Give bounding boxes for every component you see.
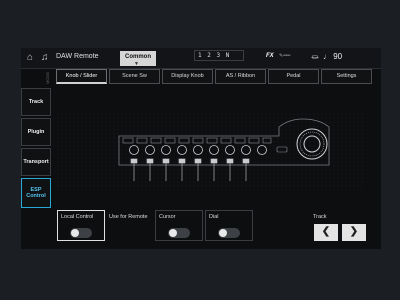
tempo-display: 1 2 3 N (194, 50, 244, 61)
tab-settings[interactable]: Settings (321, 69, 372, 84)
track-next-button[interactable]: ❯ (342, 224, 366, 241)
fx-signature: ✎══ (279, 53, 291, 59)
home-icon[interactable]: ⌂ (27, 53, 33, 63)
device-frame: ⌂ ♫ DAW Remote Common ▼ 1 2 3 N FX ✎══ ⏛… (0, 0, 400, 300)
nav-track[interactable]: Track (21, 88, 51, 116)
header-bar: ⌂ ♫ DAW Remote Common ▼ 1 2 3 N FX ✎══ ⏛… (21, 48, 381, 69)
chevron-left-icon: ❮ (321, 226, 331, 237)
tab-as-ribbon[interactable]: AS / Ribbon (215, 69, 266, 84)
toggle-knob (219, 229, 227, 237)
slider-2 (146, 158, 154, 164)
fx-badge: FX (266, 53, 274, 59)
tab-scene-sw[interactable]: Scene Sw (109, 69, 160, 84)
nav-esp-control[interactable]: ESP Control (21, 178, 51, 208)
panel-grid (57, 113, 365, 190)
toggle-knob (169, 229, 177, 237)
local-control-box[interactable]: Local Control (57, 210, 105, 241)
mode-label: MODE (45, 72, 50, 84)
slider-8 (242, 158, 250, 164)
slider-7 (226, 158, 234, 164)
volume-value: 90 (333, 52, 343, 61)
tab-knob-slider[interactable]: Knob / Slider (56, 69, 107, 84)
common-dropdown[interactable]: Common ▼ (120, 51, 156, 67)
music-note-icon[interactable]: ♫ (41, 53, 49, 63)
slider-5 (194, 158, 202, 164)
volume-icon: ♩ (323, 52, 331, 61)
slider-1 (130, 158, 138, 164)
chevron-right-icon: ❯ (349, 226, 359, 237)
dial-box[interactable]: Dial (205, 210, 253, 241)
track-prev-button[interactable]: ❮ (314, 224, 338, 241)
slider-3 (162, 158, 170, 164)
local-control-toggle[interactable] (70, 228, 92, 238)
slider-6 (210, 158, 218, 164)
toggle-knob (71, 229, 79, 237)
local-control-label: Local Control (61, 214, 94, 220)
dial-label: Dial (209, 214, 219, 220)
screen: ⌂ ♫ DAW Remote Common ▼ 1 2 3 N FX ✎══ ⏛… (21, 48, 381, 249)
page-title: DAW Remote (56, 53, 99, 60)
common-label: Common (125, 54, 151, 60)
cursor-toggle[interactable] (168, 228, 190, 238)
track-label: Track (313, 214, 327, 220)
panel-illustration (57, 113, 365, 190)
tab-pedal[interactable]: Pedal (268, 69, 319, 84)
nav-transport[interactable]: Transport (21, 148, 51, 176)
cursor-box[interactable]: Cursor (155, 210, 203, 241)
nav-plugin[interactable]: Plugin (21, 118, 51, 146)
tab-display-knob[interactable]: Display Knob (162, 69, 213, 84)
use-for-remote-label: Use for Remote (109, 214, 148, 220)
chevron-down-icon: ▼ (134, 61, 139, 67)
cursor-label: Cursor (159, 214, 176, 220)
volume-indicator[interactable]: ♩ 90 (323, 52, 342, 61)
dial-toggle[interactable] (218, 228, 240, 238)
slider-4 (178, 158, 186, 164)
usb-icon: ⏛ (311, 53, 319, 62)
